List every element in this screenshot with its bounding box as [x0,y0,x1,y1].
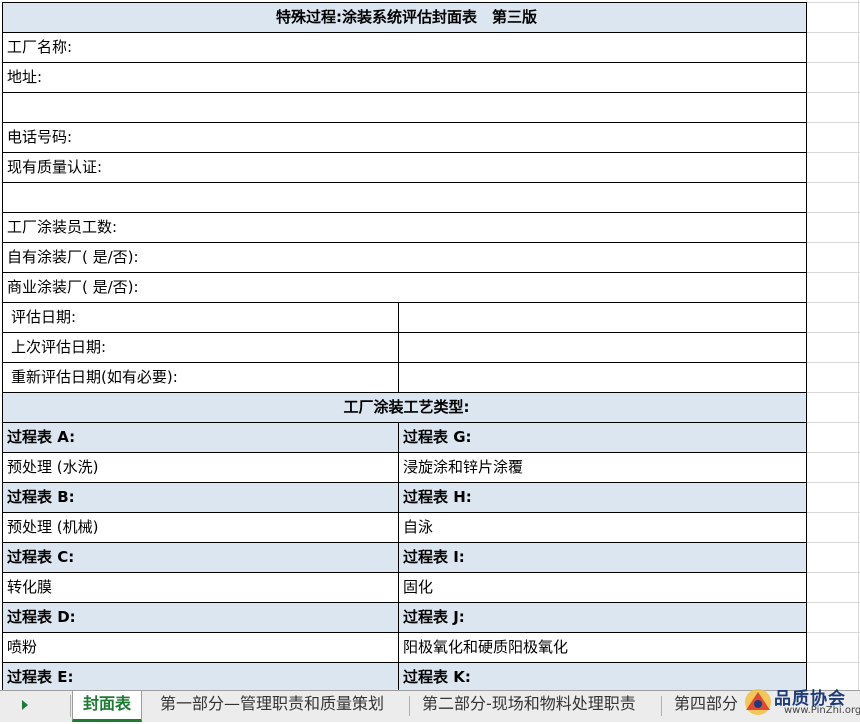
process-table-label[interactable]: 过程表 J: [397,602,808,633]
process-table-label[interactable]: 过程表 D: [2,602,399,633]
painters-count-cell[interactable]: 工厂涂装员工数: [1,212,808,243]
spreadsheet-area: 特殊过程:涂装系统评估封面表 第三版 工厂名称: 地址: 电话号码: 现有质量认… [0,0,860,693]
watermark-emblem-icon [745,689,771,715]
phone-cell[interactable]: 电话号码: [1,122,808,153]
watermark-logo: 品质协会 www.PinZhi.org [738,684,860,720]
address-cell[interactable]: 地址: [1,62,808,93]
tab-cover-sheet[interactable]: 封面表 [72,691,143,722]
watermark-url: www.PinZhi.org [784,705,860,716]
process-table-label[interactable]: 过程表 C: [2,542,399,573]
last-assess-date-value[interactable] [397,332,808,363]
process-table-value[interactable]: 自泳 [397,512,808,543]
process-table-label[interactable]: 过程表 A: [2,422,399,453]
last-assess-date-label[interactable]: 上次评估日期: [2,332,399,363]
process-table-value[interactable]: 喷粉 [2,632,399,663]
process-table-label[interactable]: 过程表 G: [397,422,808,453]
empty-grid-columns [806,0,860,690]
process-table-label[interactable]: 过程表 I: [397,542,808,573]
quality-cert-extra-cell[interactable] [1,182,808,213]
divider [409,696,410,716]
process-table-value[interactable]: 转化膜 [2,572,399,603]
process-table-value[interactable]: 预处理 (水洗) [2,452,399,483]
process-table-value[interactable]: 浸旋涂和锌片涂覆 [397,452,808,483]
divider [661,696,662,716]
tab-part-two[interactable]: 第二部分-现场和物料处理职责 [412,691,646,719]
process-table-value[interactable]: 阳极氧化和硬质阳极氧化 [397,632,808,663]
sheet-tab-bar: 封面表 第一部分—管理职责和质量策划 第二部分-现场和物料处理职责 第四部分 品… [0,689,860,722]
process-table-label[interactable]: 过程表 B: [2,482,399,513]
commercial-coater-cell[interactable]: 商业涂装厂( 是/否): [1,272,808,303]
assess-date-label[interactable]: 评估日期: [2,302,399,333]
factory-name-cell[interactable]: 工厂名称: [1,32,808,63]
process-table-label[interactable]: 过程表 H: [397,482,808,513]
process-table-label[interactable]: 过程表 E: [2,662,399,693]
tab-part-one[interactable]: 第一部分—管理职责和质量策划 [150,691,394,719]
quality-cert-cell[interactable]: 现有质量认证: [1,152,808,183]
assess-date-value[interactable] [397,302,808,333]
process-table-value[interactable]: 预处理 (机械) [2,512,399,543]
address-extra-cell[interactable] [1,92,808,123]
reassess-date-label[interactable]: 重新评估日期(如有必要): [2,362,399,393]
tab-part-four[interactable]: 第四部分 [664,691,748,719]
reassess-date-value[interactable] [397,362,808,393]
grid-line [858,0,859,690]
scroll-tabs-right-icon[interactable] [22,700,28,710]
divider [70,695,71,717]
process-table-value[interactable]: 固化 [397,572,808,603]
process-types-header[interactable]: 工厂涂装工艺类型: [1,392,808,423]
captive-coater-cell[interactable]: 自有涂装厂( 是/否): [1,242,808,273]
form-title[interactable]: 特殊过程:涂装系统评估封面表 第三版 [1,2,808,33]
cover-form-table: 特殊过程:涂装系统评估封面表 第三版 工厂名称: 地址: 电话号码: 现有质量认… [1,2,808,693]
